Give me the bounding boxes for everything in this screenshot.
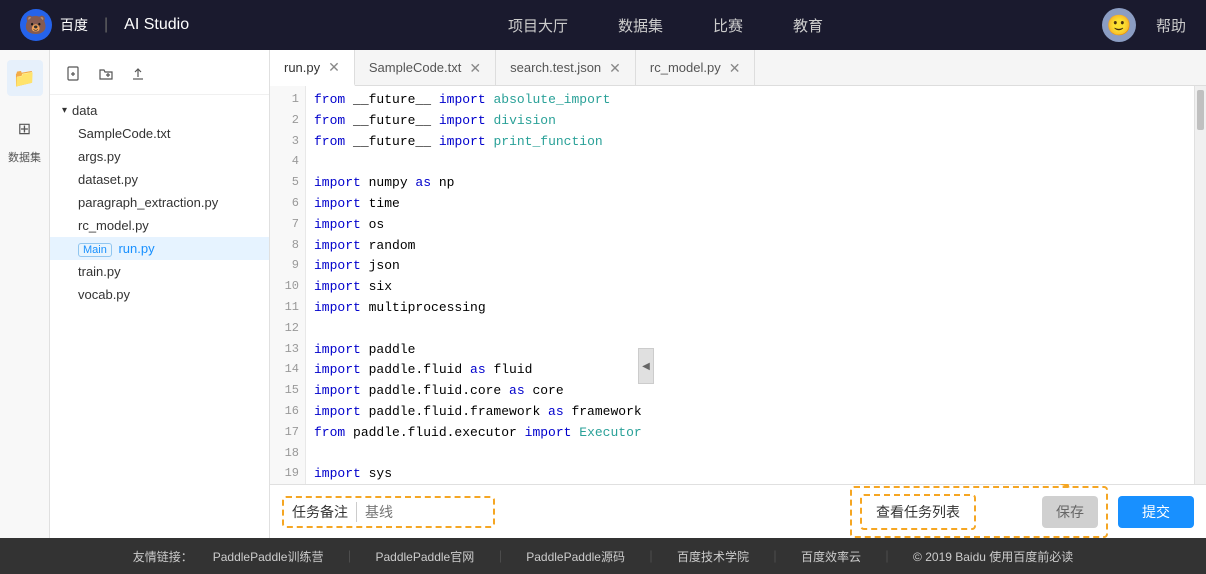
footer-link-academy[interactable]: 百度技术学院 <box>677 548 749 565</box>
code-line-19: import sys <box>314 464 1186 484</box>
tab-close-samplecode[interactable]: ✕ <box>469 61 481 75</box>
save-btn[interactable]: 保存 <box>1042 496 1098 528</box>
tab-close-runpy[interactable]: ✕ <box>328 60 340 74</box>
footer-link-source[interactable]: PaddlePaddle源码 <box>526 548 625 565</box>
main-layout: 📁 ⊞ 数据集 <box>0 50 1206 538</box>
code-line-7: import os <box>314 215 1186 236</box>
scrollbar[interactable] <box>1194 86 1206 484</box>
baidu-text: 百度 <box>60 15 88 35</box>
code-line-1: from __future__ import absolute_import <box>314 90 1186 111</box>
footer-links-label: 友情链接： <box>133 548 193 565</box>
code-line-4 <box>314 152 1186 173</box>
file-paragraph[interactable]: paragraph_extraction.py <box>50 191 269 214</box>
line-numbers: 12345 678910 1112131415 1617181920 21222… <box>270 86 306 484</box>
sidebar-files-btn[interactable]: 📁 <box>7 60 43 96</box>
file-args[interactable]: args.py <box>50 145 269 168</box>
upload-btn[interactable] <box>126 62 150 86</box>
help-link[interactable]: 帮助 <box>1156 15 1186 36</box>
baidu-bear-icon: 🐻 <box>20 9 52 41</box>
submit-btn[interactable]: 提交 <box>1118 496 1194 528</box>
file-dataset[interactable]: dataset.py <box>50 168 269 191</box>
ai-studio-label: AI Studio <box>124 16 189 34</box>
sidebar-datasets-section: ⊞ 数据集 <box>7 111 43 165</box>
code-line-2: from __future__ import division <box>314 111 1186 132</box>
task-note-area: 任务备注 <box>282 496 495 528</box>
arrow-annotation <box>984 492 1034 532</box>
nav-link-projects[interactable]: 项目大厅 <box>508 15 568 36</box>
footer-link-official[interactable]: PaddlePaddle官网 <box>375 548 474 565</box>
collapse-btn[interactable]: ◀ <box>638 348 654 384</box>
file-samplecode[interactable]: SampleCode.txt <box>50 122 269 145</box>
footer-link-efficiency[interactable]: 百度效率云 <box>801 548 861 565</box>
file-rcmodel[interactable]: rc_model.py <box>50 214 269 237</box>
nav-links: 项目大厅 数据集 比赛 教育 <box>229 15 1102 36</box>
bottom-panel: 任务备注 查看任务列表 保存 <box>270 484 1206 538</box>
sidebar-datasets-btn[interactable]: ⊞ <box>7 111 43 147</box>
footer: 友情链接： PaddlePaddle训练营 ｜ PaddlePaddle官网 ｜… <box>0 538 1206 574</box>
new-folder-btn[interactable] <box>94 62 118 86</box>
code-line-16: import paddle.fluid.framework as framewo… <box>314 402 1186 423</box>
code-line-6: import time <box>314 194 1186 215</box>
nav-right: 🙂 帮助 <box>1102 8 1186 42</box>
code-line-3: from __future__ import print_function <box>314 132 1186 153</box>
tab-close-rcmodel[interactable]: ✕ <box>729 61 741 75</box>
code-line-9: import json <box>314 256 1186 277</box>
main-badge: Main <box>78 243 112 257</box>
folder-icon: 📁 <box>13 68 35 89</box>
folder-data[interactable]: ▾ data <box>50 99 269 122</box>
footer-copyright: © 2019 Baidu 使用百度前必读 <box>913 548 1073 565</box>
top-nav: 🐻 百度 | AI Studio 项目大厅 数据集 比赛 教育 🙂 帮助 <box>0 0 1206 50</box>
grid-icon: ⊞ <box>18 119 31 139</box>
folder-name: data <box>72 103 97 118</box>
new-file-btn[interactable] <box>62 62 86 86</box>
nav-link-datasets[interactable]: 数据集 <box>618 15 663 36</box>
task-note-label: 任务备注 <box>292 502 348 522</box>
file-tree: ▾ data SampleCode.txt args.py dataset.py… <box>50 50 270 538</box>
nav-logo: 🐻 百度 | AI Studio <box>20 9 189 41</box>
code-content[interactable]: 12345 678910 1112131415 1617181920 21222… <box>270 86 1194 484</box>
baseline-input[interactable] <box>365 504 485 520</box>
chevron-down-icon: ▾ <box>62 105 67 116</box>
file-list: ▾ data SampleCode.txt args.py dataset.py… <box>50 95 269 310</box>
nav-link-education[interactable]: 教育 <box>793 15 823 36</box>
code-line-13: import paddle <box>314 340 1186 361</box>
editor-tabs: run.py ✕ SampleCode.txt ✕ search.test.js… <box>270 50 1206 86</box>
code-line-10: import six <box>314 277 1186 298</box>
code-line-14: import paddle.fluid as fluid <box>314 360 1186 381</box>
tab-runpy[interactable]: run.py ✕ <box>270 50 355 86</box>
datasets-label: 数据集 <box>8 149 41 165</box>
editor-area: run.py ✕ SampleCode.txt ✕ search.test.js… <box>270 50 1206 538</box>
view-tasks-btn[interactable]: 查看任务列表 <box>860 494 976 530</box>
code-line-11: import multiprocessing <box>314 298 1186 319</box>
code-wrapper: 12345 678910 1112131415 1617181920 21222… <box>270 86 1206 484</box>
avatar[interactable]: 🙂 <box>1102 8 1136 42</box>
file-vocab[interactable]: vocab.py <box>50 283 269 306</box>
nav-link-competition[interactable]: 比赛 <box>713 15 743 36</box>
code-line-8: import random <box>314 236 1186 257</box>
code-line-5: import numpy as np <box>314 173 1186 194</box>
file-tree-toolbar <box>50 58 269 95</box>
code-line-18 <box>314 444 1186 465</box>
code-line-17: from paddle.fluid.executor import Execut… <box>314 423 1186 444</box>
tab-close-search[interactable]: ✕ <box>609 61 621 75</box>
file-runpy[interactable]: Main run.py <box>50 237 269 260</box>
code-line-12 <box>314 319 1186 340</box>
tab-samplecode[interactable]: SampleCode.txt ✕ <box>355 50 496 85</box>
footer-link-training[interactable]: PaddlePaddle训练营 <box>213 548 324 565</box>
code-line-15: import paddle.fluid.core as core <box>314 381 1186 402</box>
tab-search-json[interactable]: search.test.json ✕ <box>496 50 636 85</box>
file-train[interactable]: train.py <box>50 260 269 283</box>
sidebar-icons: 📁 ⊞ 数据集 <box>0 50 50 538</box>
code-lines[interactable]: from __future__ import absolute_import f… <box>306 86 1194 484</box>
tab-rcmodel[interactable]: rc_model.py ✕ <box>636 50 756 85</box>
right-btn-group: 查看任务列表 保存 <box>850 486 1108 538</box>
